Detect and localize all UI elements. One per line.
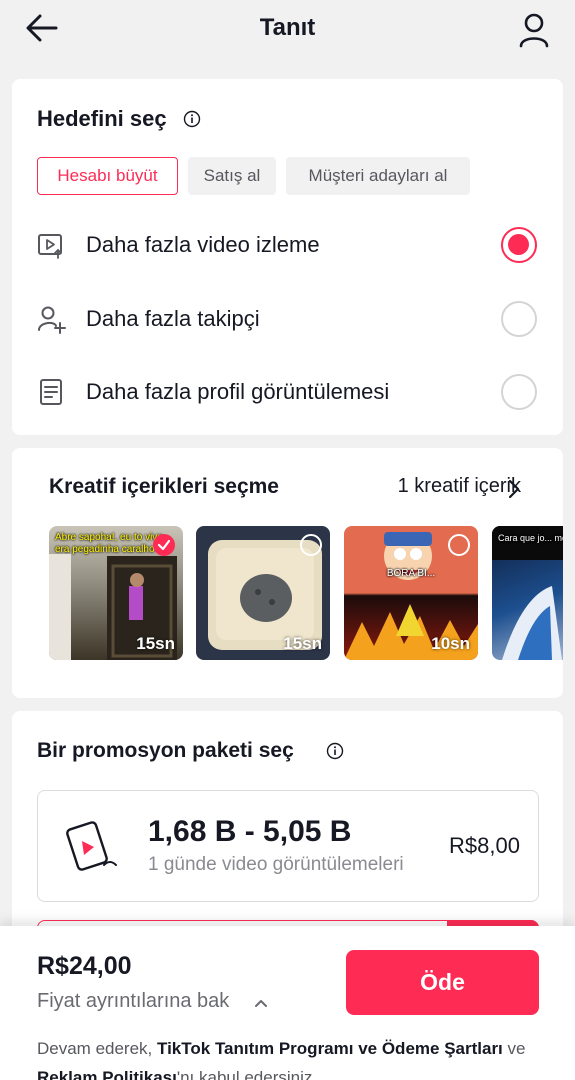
package-range: 1,68 B - 5,05 B: [148, 815, 352, 848]
ad-policy-link[interactable]: Reklam Politikası: [37, 1068, 177, 1080]
creative-count-link[interactable]: 1 kreatif içerik: [398, 475, 521, 498]
package-subtitle: 1 günde video görüntülemeleri: [148, 854, 404, 875]
option-label: Daha fazla profil görüntülemesi: [86, 379, 390, 404]
video-card-icon: [64, 817, 122, 875]
info-icon[interactable]: [326, 742, 344, 760]
chip-grow-account[interactable]: Hesabı büyüt: [37, 157, 178, 195]
chip-get-sales[interactable]: Satış al: [188, 157, 276, 195]
person-icon[interactable]: [514, 10, 554, 50]
select-circle-icon[interactable]: [448, 534, 470, 556]
info-icon[interactable]: [183, 110, 201, 128]
package-option[interactable]: 1,68 B - 5,05 B 1 günde video görüntülem…: [37, 790, 539, 902]
goal-card: Hedefini seç Hesabı büyüt Satış al Müşte…: [12, 79, 563, 435]
price-details-link[interactable]: Fiyat ayrıntılarına bak: [37, 990, 229, 1013]
add-follower-icon: [36, 304, 66, 334]
total-price: R$24,00: [37, 952, 132, 980]
creative-thumb[interactable]: BORA BI... 10sn: [344, 526, 478, 660]
page-title: Tanıt: [259, 14, 316, 41]
pay-button[interactable]: Öde: [346, 950, 539, 1015]
select-circle-icon[interactable]: [300, 534, 322, 556]
profile-document-icon: [36, 377, 66, 407]
thumb-duration: 10sn: [431, 634, 470, 653]
option-followers[interactable]: Daha fazla takipçi: [12, 289, 563, 349]
thumb-caption: Cara que jo... mem...: [498, 533, 563, 543]
header: Tanıt: [0, 0, 575, 60]
option-video-views[interactable]: Daha fazla video izleme: [12, 215, 563, 275]
radio-unselected[interactable]: [501, 301, 537, 337]
chevron-right-icon[interactable]: [507, 478, 521, 500]
creative-title: Kreatif içerikleri seçme: [49, 475, 279, 498]
radio-selected[interactable]: [501, 227, 537, 263]
package-price: R$8,00: [449, 833, 520, 858]
video-play-icon: [36, 230, 66, 260]
creative-card: Kreatif içerikleri seçme 1 kreatif içeri…: [12, 448, 563, 698]
creative-thumb[interactable]: Abre sapoha!, eu to viva, era pegadinha …: [49, 526, 183, 660]
thumb-caption: BORA BI...: [386, 568, 436, 579]
checkmark-icon[interactable]: [153, 534, 175, 556]
terms-link[interactable]: TikTok Tanıtım Programı ve Ödeme Şartlar…: [157, 1039, 503, 1058]
thumb-duration: 15sn: [136, 634, 175, 653]
radio-unselected[interactable]: [501, 374, 537, 410]
option-label: Daha fazla video izleme: [86, 232, 320, 257]
creative-thumbnails: Abre sapoha!, eu to viva, era pegadinha …: [49, 526, 563, 662]
package-title: Bir promosyon paketi seç: [37, 739, 294, 762]
chevron-up-icon[interactable]: [254, 995, 268, 1007]
option-profile-views[interactable]: Daha fazla profil görüntülemesi: [12, 362, 563, 422]
chip-get-leads[interactable]: Müşteri adayları al: [286, 157, 470, 195]
option-label: Daha fazla takipçi: [86, 306, 260, 331]
creative-thumb[interactable]: 15sn: [196, 526, 330, 660]
thumb-duration: 15sn: [283, 634, 322, 653]
creative-thumb[interactable]: Cara que jo... mem...: [492, 526, 563, 660]
terms-text: Devam ederek, TikTok Tanıtım Programı ve…: [37, 1034, 547, 1080]
goal-title: Hedefini seç: [37, 106, 167, 131]
checkout-footer: R$24,00 Fiyat ayrıntılarına bak Öde Deva…: [0, 926, 575, 1080]
